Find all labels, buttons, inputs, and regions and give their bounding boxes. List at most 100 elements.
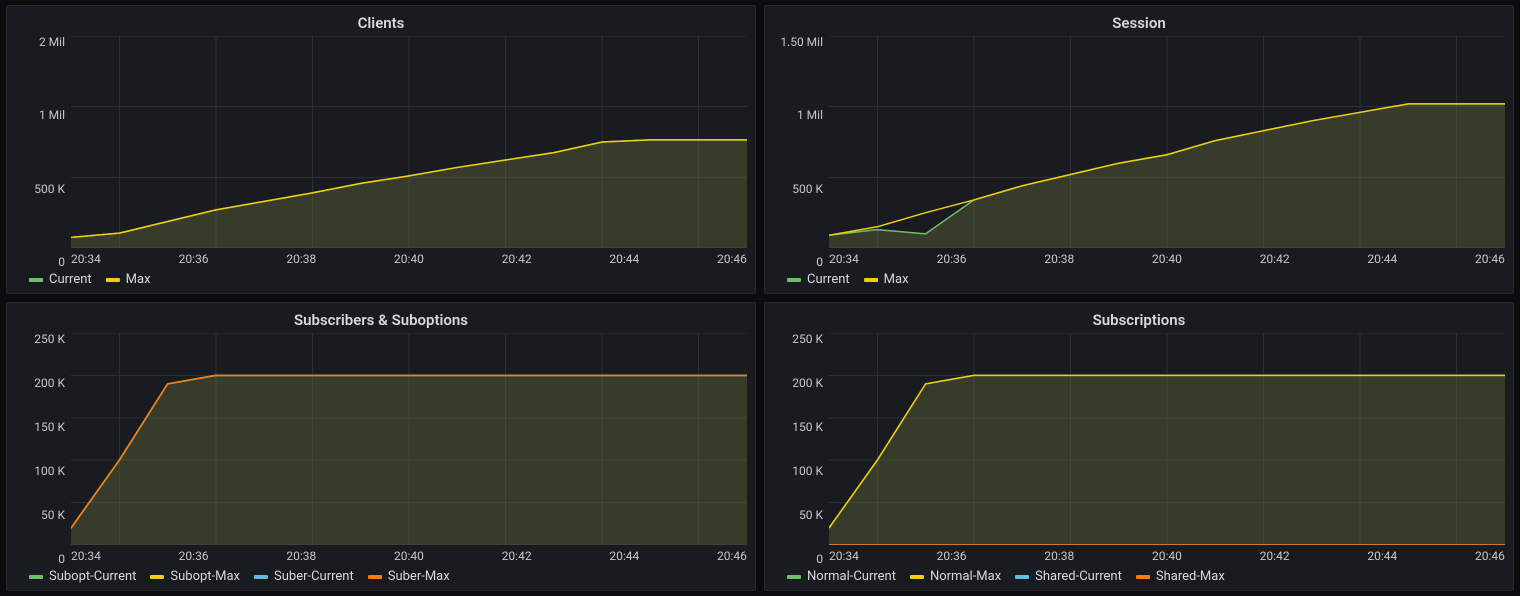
y-tick: 0 xyxy=(816,553,823,565)
y-tick: 1.50 Mil xyxy=(780,36,823,48)
x-tick: 20:36 xyxy=(179,252,209,266)
legend: Current Max xyxy=(15,268,747,289)
y-axis: 2 Mil 1 Mil 500 K 0 xyxy=(15,36,71,268)
plot-wrap: 20:3420:3620:3820:4020:4220:4420:46 xyxy=(829,333,1505,565)
legend-item[interactable]: Shared-Max xyxy=(1136,569,1225,584)
legend: Normal-Current Normal-Max Shared-Current Sh… xyxy=(773,565,1505,586)
legend-item[interactable]: Subopt-Current xyxy=(29,569,136,584)
chart-area: 2 Mil1 Mil500 K0 20:3420:3620:3820:4020:… xyxy=(15,36,747,268)
y-axis: 250 K200 K150 K100 K50 K0 xyxy=(773,333,829,565)
x-tick: 20:46 xyxy=(717,252,747,266)
legend-item[interactable]: Shared-Current xyxy=(1015,569,1122,584)
y-tick: 50 K xyxy=(41,509,65,521)
x-tick: 20:42 xyxy=(502,252,532,266)
x-tick: 20:40 xyxy=(394,549,424,563)
legend-label: Subopt-Current xyxy=(49,569,136,584)
legend-item[interactable]: Suber-Current xyxy=(254,569,354,584)
chart-area: 1.50 Mil1 Mil500 K0 20:34 20:36 20:38 20:40… xyxy=(773,36,1505,268)
legend-label: Shared-Max xyxy=(1156,569,1225,584)
legend-label: Normal-Max xyxy=(930,569,1001,584)
plot-wrap: 20:34 20:36 20:38 20:40 20:42 20:44 20:46 xyxy=(829,36,1505,268)
x-tick: 20:42 xyxy=(1260,252,1290,266)
legend-swatch-icon xyxy=(368,575,382,579)
legend-item[interactable]: Normal-Max xyxy=(910,569,1001,584)
x-tick: 20:44 xyxy=(1367,549,1397,563)
x-tick: 20:34 xyxy=(829,252,859,266)
x-tick: 20:44 xyxy=(1367,252,1397,266)
x-tick: 20:34 xyxy=(829,549,859,563)
legend-swatch-icon xyxy=(29,278,43,282)
x-axis: 20:3420:3620:3820:4020:4220:4420:46 xyxy=(829,545,1505,565)
legend-item[interactable]: Max xyxy=(106,272,151,287)
legend-swatch-icon xyxy=(29,575,43,579)
legend-label: Suber-Current xyxy=(274,569,354,584)
y-axis: 250 K200 K150 K100 K50 K0 xyxy=(15,333,71,565)
y-tick: 250 K xyxy=(792,333,823,345)
legend-item[interactable]: Subopt-Max xyxy=(150,569,240,584)
panel-session: Session 1.50 Mil1 Mil500 K0 20:3420:3620… xyxy=(764,5,1514,294)
x-tick: 20:40 xyxy=(1152,549,1182,563)
x-tick: 20:36 xyxy=(937,252,967,266)
x-tick: 20:42 xyxy=(502,549,532,563)
y-tick: 250 K xyxy=(34,333,65,345)
dashboard-grid: Clients 2 Mil 1 Mil 500 K 0 20:34 20:36 20:38… xyxy=(0,0,1520,596)
panel-subscriptions: Subscriptions 250 K200 K150 K100 K50 K0 … xyxy=(764,302,1514,591)
legend-item[interactable]: Normal-Current xyxy=(787,569,896,584)
x-tick: 20:40 xyxy=(1152,252,1182,266)
x-axis: 20:3420:3620:3820:4020:4220:4420:46 xyxy=(71,545,747,565)
x-tick: 20:38 xyxy=(1044,549,1074,563)
plot[interactable] xyxy=(71,333,747,545)
y-tick: 2 Mil xyxy=(39,36,65,48)
legend-swatch-icon xyxy=(1015,575,1029,579)
x-tick: 20:36 xyxy=(937,549,967,563)
legend-item[interactable]: Suber-Max xyxy=(368,569,450,584)
legend-item[interactable]: Current xyxy=(787,272,850,287)
y-tick: 1 Mil xyxy=(39,109,65,121)
legend: Current Max xyxy=(773,268,1505,289)
x-tick: 20:46 xyxy=(1475,252,1505,266)
x-tick: 20:38 xyxy=(1044,252,1074,266)
panel-subscribers: Subscribers & Suboptions 250 K200 K150 K… xyxy=(6,302,756,591)
x-tick: 20:34 xyxy=(71,549,101,563)
panel-title: Clients xyxy=(15,14,747,32)
legend-swatch-icon xyxy=(787,278,801,282)
plot-wrap: 20:3420:3620:3820:4020:4220:4420:46 xyxy=(71,333,747,565)
y-tick: 0 xyxy=(58,553,65,565)
x-tick: 20:34 xyxy=(71,252,101,266)
y-tick: 500 K xyxy=(34,183,65,195)
plot[interactable] xyxy=(829,36,1505,248)
legend-label: Shared-Current xyxy=(1035,569,1122,584)
y-axis: 1.50 Mil1 Mil500 K0 xyxy=(773,36,829,268)
x-tick: 20:46 xyxy=(1475,549,1505,563)
y-tick: 100 K xyxy=(792,465,823,477)
legend-swatch-icon xyxy=(150,575,164,579)
legend-label: Max xyxy=(884,272,909,287)
legend-swatch-icon xyxy=(106,278,120,282)
y-tick: 150 K xyxy=(34,421,65,433)
x-tick: 20:40 xyxy=(394,252,424,266)
y-tick: 100 K xyxy=(34,465,65,477)
plot[interactable] xyxy=(71,36,747,248)
plot-wrap: 20:34 20:36 20:38 20:40 20:42 20:44 20:46 xyxy=(71,36,747,268)
legend-item[interactable]: Max xyxy=(864,272,909,287)
panel-title: Subscribers & Suboptions xyxy=(15,311,747,329)
plot[interactable] xyxy=(829,333,1505,545)
x-axis: 20:34 20:36 20:38 20:40 20:42 20:44 20:46 xyxy=(829,248,1505,268)
legend-label: Normal-Current xyxy=(807,569,896,584)
legend-label: Current xyxy=(807,272,850,287)
y-tick: 150 K xyxy=(792,421,823,433)
y-tick: 0 xyxy=(816,256,823,268)
x-tick: 20:36 xyxy=(179,549,209,563)
x-tick: 20:38 xyxy=(286,252,316,266)
y-tick: 200 K xyxy=(792,377,823,389)
legend-item[interactable]: Current xyxy=(29,272,92,287)
legend-swatch-icon xyxy=(864,278,878,282)
panel-title: Session xyxy=(773,14,1505,32)
y-tick: 0 xyxy=(58,256,65,268)
x-tick: 20:44 xyxy=(609,252,639,266)
legend-swatch-icon xyxy=(1136,575,1150,579)
legend-swatch-icon xyxy=(910,575,924,579)
x-tick: 20:46 xyxy=(717,549,747,563)
legend-swatch-icon xyxy=(787,575,801,579)
legend-label: Current xyxy=(49,272,92,287)
